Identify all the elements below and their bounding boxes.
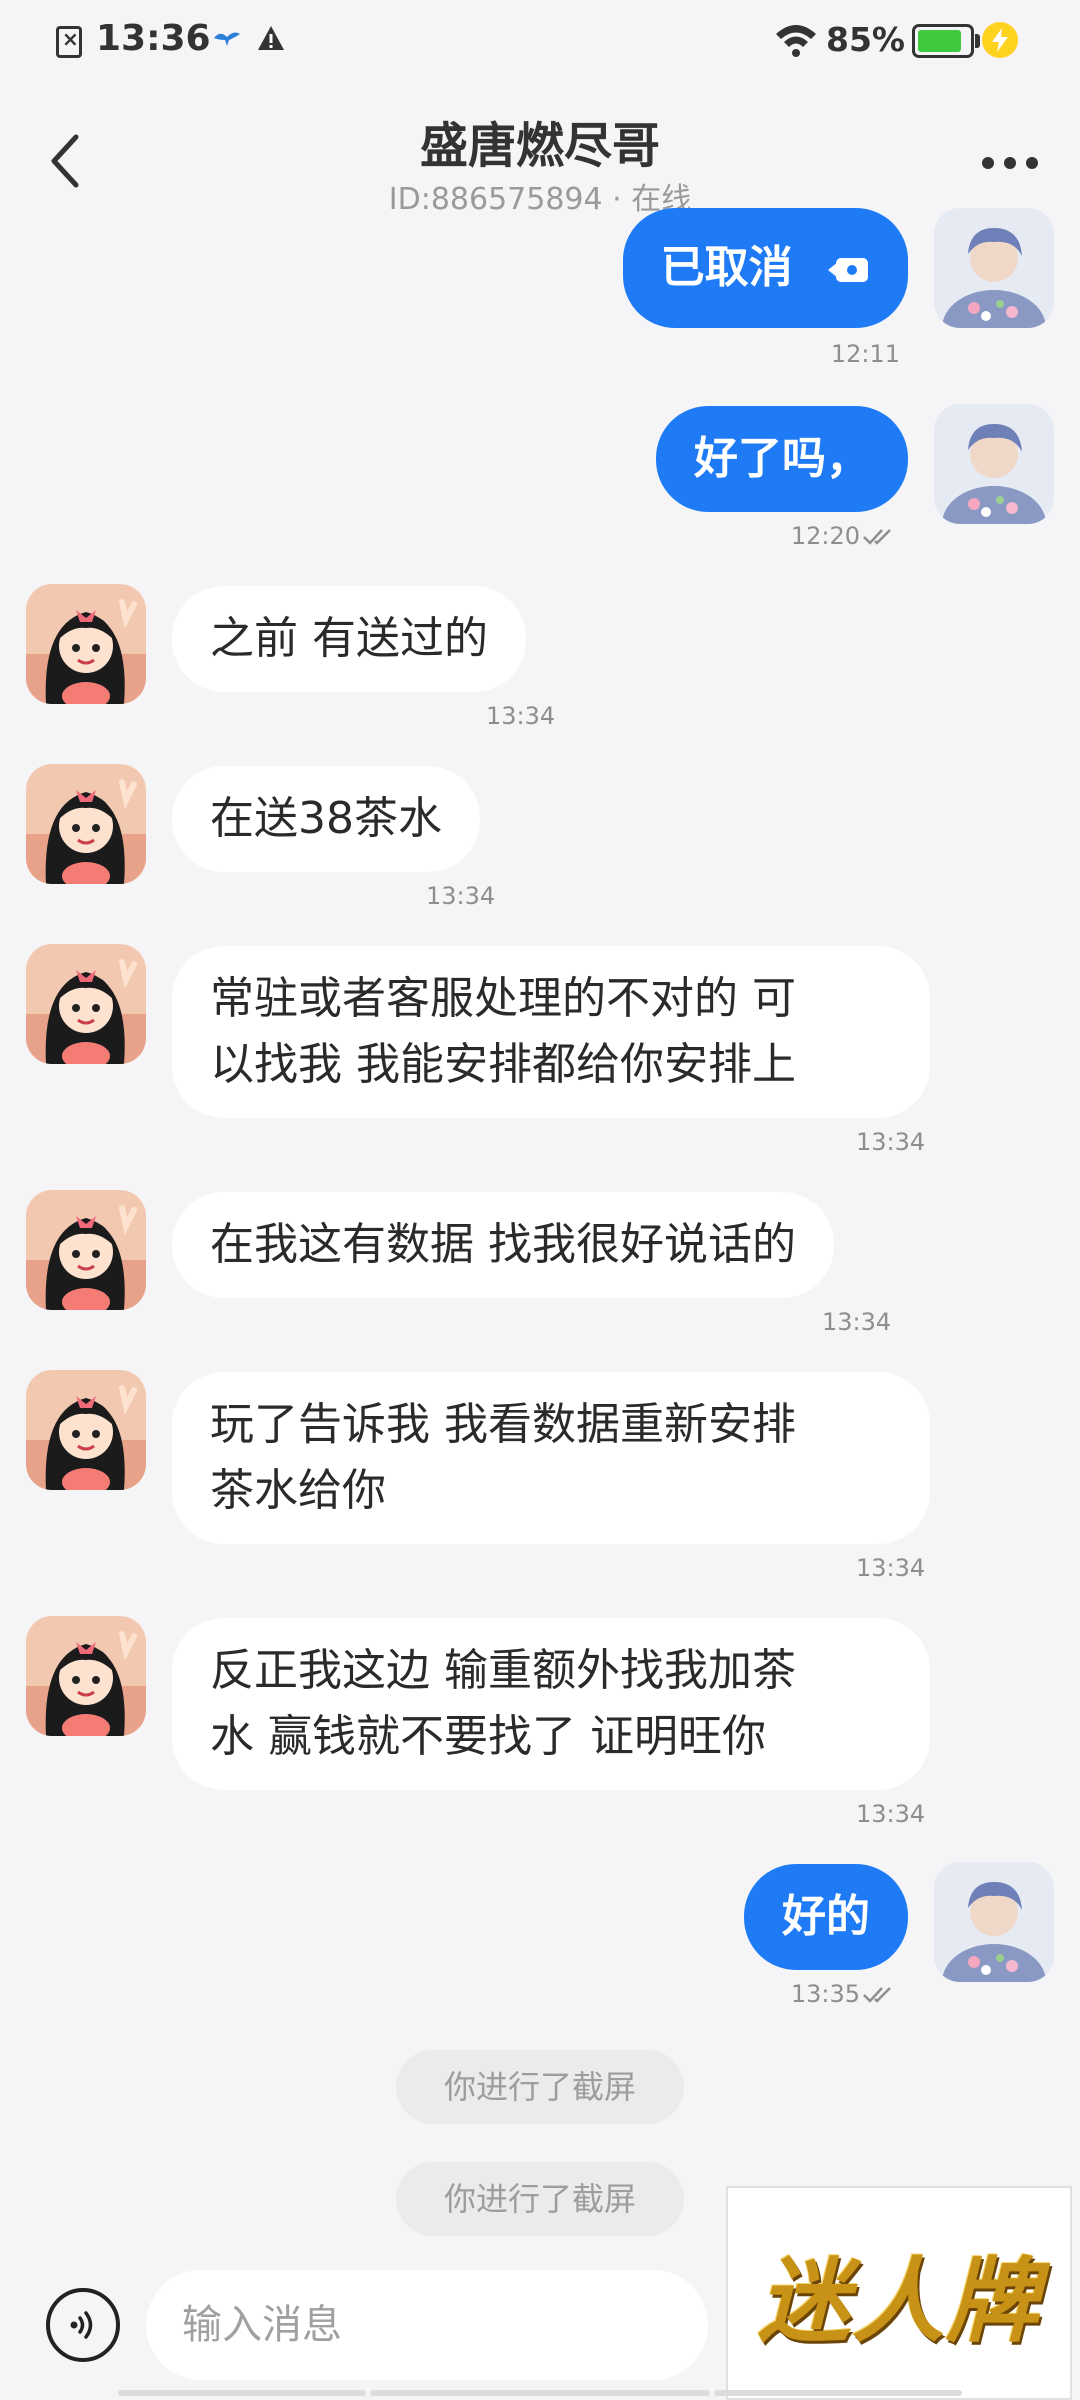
message-text: 之前 有送过的 <box>210 613 488 664</box>
status-time: 13:36 <box>96 18 211 59</box>
message-time: 13:34 <box>822 1308 892 1336</box>
contact-avatar[interactable] <box>26 764 146 884</box>
message-text: 已取消 <box>660 242 793 293</box>
chat-screen: 13:36 85% 盛唐燃尽哥 ID:886575894 · 在线 <box>0 0 1080 2400</box>
system-notice-screenshot: 你进行了截屏 <box>396 2050 684 2124</box>
message-bubble-in[interactable]: 反正我这边 输重额外找我加茶 水 赢钱就不要找了 证明旺你 <box>172 1618 930 1790</box>
contact-avatar[interactable] <box>26 584 146 704</box>
voice-input-button[interactable] <box>46 2288 120 2362</box>
battery-icon <box>912 24 974 58</box>
more-dot <box>1026 157 1038 169</box>
message-time: 13:35 <box>790 1980 860 2008</box>
status-bar: 13:36 85% <box>0 0 1080 84</box>
warning-icon <box>258 26 284 50</box>
message-time: 13:34 <box>856 1800 926 1828</box>
my-avatar[interactable] <box>934 404 1054 524</box>
message-time: 13:34 <box>486 702 556 730</box>
nav-hint-line <box>370 2390 710 2396</box>
message-time: 12:20 <box>790 522 860 550</box>
message-text: 在送38茶水 <box>210 793 442 844</box>
message-text: 好的 <box>782 1891 870 1942</box>
more-dot <box>982 157 994 169</box>
message-input[interactable] <box>146 2270 708 2380</box>
contact-id-status: ID:886575894 · 在线 <box>388 182 692 217</box>
bird-notification-icon <box>214 32 240 46</box>
contact-avatar[interactable] <box>26 944 146 1064</box>
more-options-button[interactable] <box>970 138 1050 188</box>
contact-avatar[interactable] <box>26 1616 146 1736</box>
message-time: 13:34 <box>856 1128 926 1156</box>
battery-percent: 85% <box>826 20 905 59</box>
message-text-line: 茶水给你 <box>210 1465 386 1516</box>
message-text-line: 水 赢钱就不要找了 证明旺你 <box>210 1711 766 1762</box>
video-call-icon <box>828 258 868 282</box>
message-time-read: 12:20 <box>791 522 896 550</box>
message-text-line: 玩了告诉我 我看数据重新安排 <box>210 1399 796 1450</box>
contact-avatar[interactable] <box>26 1190 146 1310</box>
my-avatar[interactable] <box>934 1862 1054 1982</box>
nav-hint-line <box>118 2390 366 2396</box>
more-dot <box>1004 157 1016 169</box>
message-time-read: 13:35 <box>791 1980 896 2008</box>
system-notice-screenshot: 你进行了截屏 <box>396 2162 684 2236</box>
battery-fill <box>918 30 961 52</box>
charging-icon <box>982 22 1018 58</box>
message-text-line: 反正我这边 输重额外找我加茶 <box>210 1645 796 1696</box>
wifi-icon <box>776 25 816 57</box>
message-bubble-out[interactable]: 已取消 <box>622 208 908 328</box>
message-bubble-out[interactable]: 好了吗， <box>656 406 908 512</box>
message-time: 13:34 <box>856 1554 926 1582</box>
battery-tip <box>975 34 980 48</box>
message-bubble-in[interactable]: 常驻或者客服处理的不对的 可 以找我 我能安排都给你安排上 <box>172 946 930 1118</box>
contact-avatar[interactable] <box>26 1370 146 1490</box>
message-time: 13:34 <box>426 882 496 910</box>
message-text: 好了吗， <box>694 433 870 484</box>
message-text-line: 常驻或者客服处理的不对的 可 <box>210 973 796 1024</box>
watermark-logo: 迷人牌 <box>726 2186 1072 2400</box>
watermark-text: 迷人牌 <box>757 2246 1040 2355</box>
message-bubble-in[interactable]: 在送38茶水 <box>172 766 480 872</box>
double-check-icon <box>863 1987 891 2003</box>
message-bubble-in[interactable]: 之前 有送过的 <box>172 586 526 692</box>
nav-hint-line <box>714 2390 962 2396</box>
double-check-icon <box>863 529 891 545</box>
contact-name: 盛唐燃尽哥 <box>419 118 660 174</box>
sim-error-icon <box>56 26 82 58</box>
message-bubble-out[interactable]: 好的 <box>744 1864 908 1970</box>
my-avatar[interactable] <box>934 208 1054 328</box>
message-time: 12:11 <box>830 340 900 368</box>
chat-header: 盛唐燃尽哥 ID:886575894 · 在线 <box>0 84 1080 220</box>
message-text: 在我这有数据 找我很好说话的 <box>210 1219 796 1270</box>
message-bubble-in[interactable]: 玩了告诉我 我看数据重新安排 茶水给你 <box>172 1372 930 1544</box>
voice-wave-icon <box>70 2311 93 2339</box>
message-bubble-in[interactable]: 在我这有数据 找我很好说话的 <box>172 1192 834 1298</box>
message-text-line: 以找我 我能安排都给你安排上 <box>210 1039 796 1090</box>
